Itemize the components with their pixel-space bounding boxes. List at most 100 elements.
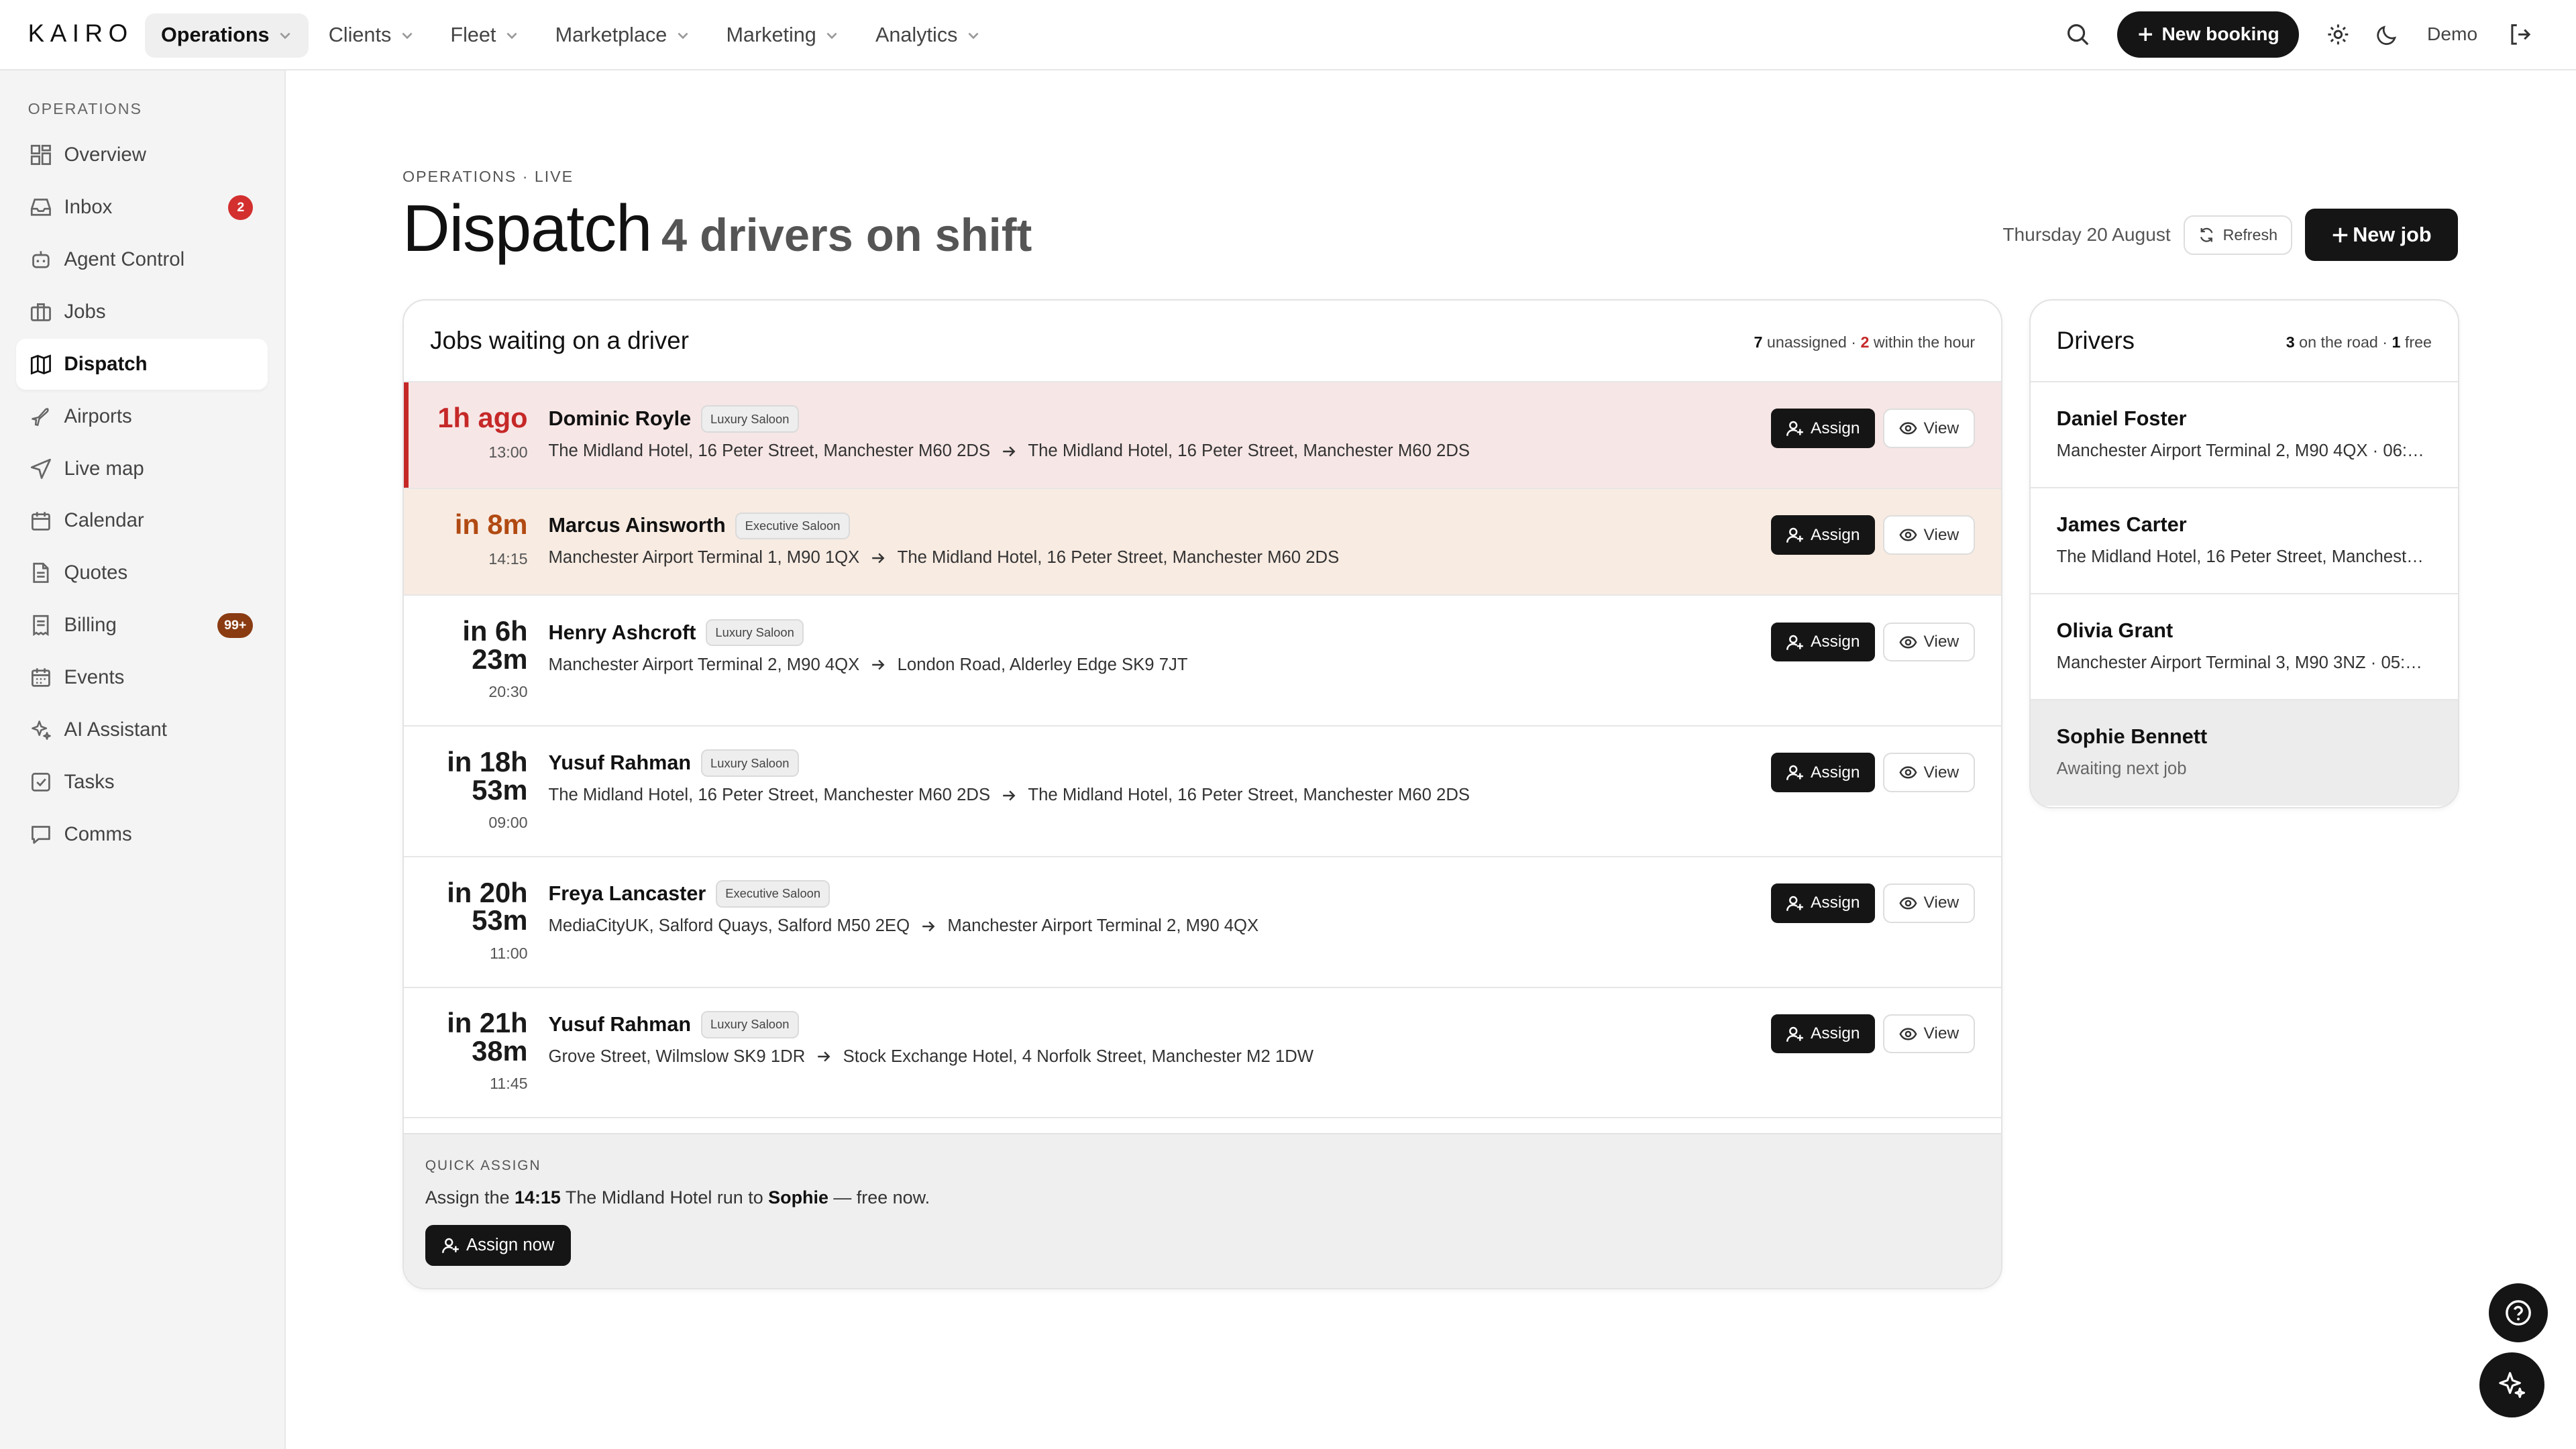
assign-button[interactable]: Assign bbox=[1771, 753, 1875, 793]
logout-icon[interactable] bbox=[2498, 11, 2544, 58]
refresh-icon bbox=[2198, 227, 2214, 243]
new-job-button[interactable]: New job bbox=[2305, 209, 2458, 262]
sidebar-heading: OPERATIONS bbox=[28, 100, 142, 118]
ai-assistant-button[interactable] bbox=[2479, 1352, 2545, 1418]
view-label: View bbox=[1923, 1024, 1960, 1043]
job-route: MediaCityUK, Salford Quays, Salford M50 … bbox=[549, 916, 1259, 936]
user-menu[interactable]: Demo bbox=[2427, 23, 2477, 45]
job-time: 14:15 bbox=[488, 549, 528, 568]
current-date: Thursday 20 August bbox=[2002, 224, 2171, 246]
job-row[interactable]: in 18h 53m 09:00 Yusuf Rahman Luxury Saloo… bbox=[404, 727, 2002, 857]
sidebar-item-calendar[interactable]: Calendar bbox=[16, 495, 268, 546]
arrow-right-icon bbox=[816, 1049, 831, 1064]
drivers-card-title: Drivers bbox=[2056, 326, 2135, 354]
view-button[interactable]: View bbox=[1882, 753, 1976, 793]
sidebar-item-ai-assistant[interactable]: AI Assistant bbox=[16, 704, 268, 755]
vehicle-tag: Luxury Saloon bbox=[700, 749, 799, 777]
job-row[interactable]: in 20h 53m 11:00 Freya Lancaster Executive… bbox=[404, 857, 2002, 988]
sidebar-item-overview[interactable]: Overview bbox=[16, 129, 268, 180]
refresh-label: Refresh bbox=[2222, 225, 2278, 244]
sidebar-item-label: Billing bbox=[64, 614, 117, 637]
refresh-button[interactable]: Refresh bbox=[2184, 215, 2292, 255]
help-button[interactable] bbox=[2489, 1283, 2548, 1342]
nav-analytics[interactable]: Analytics bbox=[859, 13, 997, 58]
job-passenger: Freya Lancaster Executive Saloon bbox=[549, 880, 830, 908]
sidebar-item-label: Agent Control bbox=[64, 248, 185, 271]
new-booking-button[interactable]: New booking bbox=[2117, 11, 2300, 58]
route-to: London Road, Alderley Edge SK9 7JT bbox=[897, 655, 1188, 674]
assign-now-label: Assign now bbox=[466, 1236, 555, 1255]
sidebar-item-inbox[interactable]: Inbox 2 bbox=[16, 182, 268, 233]
job-row[interactable]: 1h ago 13:00 Dominic Royle Luxury Saloon … bbox=[404, 382, 2002, 490]
view-button[interactable]: View bbox=[1882, 622, 1976, 662]
assign-label: Assign bbox=[1811, 763, 1860, 782]
moon-icon[interactable] bbox=[2365, 11, 2411, 58]
assign-label: Assign bbox=[1811, 894, 1860, 912]
driver-name: Sophie Bennett bbox=[2056, 724, 2208, 748]
assign-now-button[interactable]: Assign now bbox=[425, 1225, 571, 1267]
sidebar-item-live-map[interactable]: Live map bbox=[16, 443, 268, 494]
job-relative-time: in 6h 23m bbox=[404, 617, 527, 673]
map-icon bbox=[30, 353, 52, 376]
jobs-card-header: Jobs waiting on a driver 7 unassigned · … bbox=[404, 301, 2002, 383]
view-button[interactable]: View bbox=[1882, 1014, 1976, 1054]
view-button[interactable]: View bbox=[1882, 883, 1976, 923]
job-time: 11:45 bbox=[490, 1075, 528, 1093]
eye-icon bbox=[1899, 526, 1917, 544]
sidebar-item-label: Live map bbox=[64, 457, 144, 480]
driver-row[interactable]: Olivia Grant Manchester Airport Terminal … bbox=[2030, 594, 2459, 700]
sidebar-item-comms[interactable]: Comms bbox=[16, 809, 268, 860]
arrow-right-icon bbox=[1002, 788, 1016, 803]
sidebar-item-agent-control[interactable]: Agent Control bbox=[16, 234, 268, 285]
page-title-text: Dispatch bbox=[402, 191, 652, 266]
sidebar: OPERATIONS Overview Inbox 2 Agent Control… bbox=[0, 70, 286, 1449]
nav-label: Marketplace bbox=[555, 23, 667, 47]
job-relative-time: in 21h 38m bbox=[404, 1009, 527, 1065]
main-nav: Operations Clients Fleet Marketplace Mar… bbox=[144, 13, 1001, 58]
view-button[interactable]: View bbox=[1882, 515, 1976, 555]
sidebar-item-dispatch[interactable]: Dispatch bbox=[16, 338, 268, 390]
check-square-icon bbox=[30, 771, 52, 794]
nav-fleet[interactable]: Fleet bbox=[434, 13, 535, 58]
assign-button[interactable]: Assign bbox=[1771, 515, 1875, 555]
driver-row[interactable]: James Carter The Midland Hotel, 16 Peter … bbox=[2030, 488, 2459, 595]
app-logo[interactable]: KAIRO bbox=[28, 19, 133, 48]
nav-marketing[interactable]: Marketing bbox=[710, 13, 856, 58]
job-row[interactable]: in 6h 23m 20:30 Henry Ashcroft Luxury Salo… bbox=[404, 596, 2002, 727]
assign-button[interactable]: Assign bbox=[1771, 409, 1875, 449]
view-button[interactable]: View bbox=[1882, 409, 1976, 449]
sidebar-item-billing[interactable]: Billing 99+ bbox=[16, 600, 268, 651]
driver-row[interactable]: Sophie Bennett Awaiting next job bbox=[2030, 700, 2459, 806]
grid-icon bbox=[30, 144, 52, 166]
job-row[interactable]: in 8m 14:15 Marcus Ainsworth Executive Sa… bbox=[404, 489, 2002, 596]
job-when-line: in 20h bbox=[447, 876, 528, 908]
sidebar-item-airports[interactable]: Airports bbox=[16, 391, 268, 442]
quick-assign-text: Assign the 14:15 The Midland Hotel run t… bbox=[425, 1187, 930, 1208]
user-plus-icon bbox=[1786, 763, 1804, 782]
assign-label: Assign bbox=[1811, 1024, 1860, 1043]
job-route: Grove Street, Wilmslow SK9 1DR Stock Exch… bbox=[549, 1047, 1314, 1067]
driver-row[interactable]: Daniel Foster Manchester Airport Terminal… bbox=[2030, 382, 2459, 489]
nav-label: Marketing bbox=[726, 23, 816, 47]
nav-clients[interactable]: Clients bbox=[312, 13, 431, 58]
assign-button[interactable]: Assign bbox=[1771, 1014, 1875, 1054]
job-route: The Midland Hotel, 16 Peter Street, Manc… bbox=[549, 441, 1470, 461]
job-time: 11:00 bbox=[490, 944, 528, 962]
sidebar-item-jobs[interactable]: Jobs bbox=[16, 286, 268, 337]
sparkles-icon bbox=[2497, 1370, 2526, 1399]
qa-prefix: Assign the bbox=[425, 1187, 515, 1208]
sidebar-item-tasks[interactable]: Tasks bbox=[16, 757, 268, 808]
unassigned-count: 7 bbox=[1754, 333, 1763, 351]
job-row[interactable]: in 21h 38m 11:45 Yusuf Rahman Luxury Saloo… bbox=[404, 988, 2002, 1119]
assign-button[interactable]: Assign bbox=[1771, 622, 1875, 662]
search-icon[interactable] bbox=[2055, 11, 2101, 58]
sidebar-item-quotes[interactable]: Quotes bbox=[16, 547, 268, 598]
nav-operations[interactable]: Operations bbox=[144, 13, 309, 58]
job-passenger: Dominic Royle Luxury Saloon bbox=[549, 405, 799, 433]
plus-icon bbox=[2331, 226, 2349, 244]
nav-marketplace[interactable]: Marketplace bbox=[539, 13, 706, 58]
gear-icon[interactable] bbox=[2316, 11, 2362, 58]
arrow-right-icon bbox=[1002, 444, 1016, 459]
assign-button[interactable]: Assign bbox=[1771, 883, 1875, 923]
sidebar-item-events[interactable]: Events bbox=[16, 652, 268, 703]
